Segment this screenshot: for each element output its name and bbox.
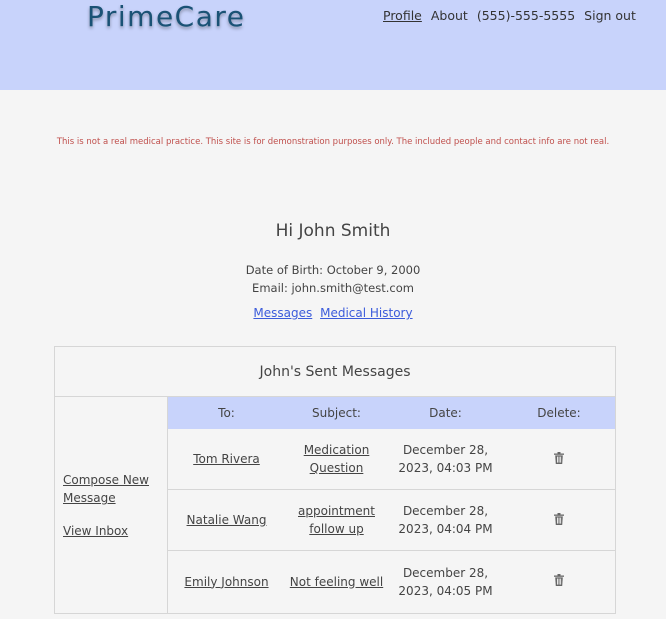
compose-message-link[interactable]: Compose New Message <box>63 471 163 507</box>
trash-icon[interactable] <box>554 512 564 525</box>
messages-link[interactable]: Messages <box>253 306 312 320</box>
table-row: Tom Rivera Medication Question December … <box>168 429 615 490</box>
trash-icon[interactable] <box>554 574 564 586</box>
medical-history-link[interactable]: Medical History <box>320 306 412 320</box>
date-of-birth: Date of Birth: October 9, 2000 <box>245 263 421 277</box>
messages-sidebar: Compose New Message View Inbox <box>55 397 168 614</box>
table-row: Natalie Wang appointment follow up Decem… <box>168 490 615 551</box>
recipient-link[interactable]: Tom Rivera <box>168 450 285 468</box>
subject-link[interactable]: Not feeling well <box>285 573 388 591</box>
recipient-link[interactable]: Natalie Wang <box>168 511 285 529</box>
message-date: December 28, 2023, 04:05 PM <box>398 565 493 598</box>
table-row: Emily Johnson Not feeling well December … <box>168 551 615 612</box>
table-header: To: Subject: Date: Delete: <box>168 397 615 429</box>
nav-phone-link[interactable]: (555)-555-5555 <box>477 8 575 23</box>
panel-title: John's Sent Messages <box>55 347 615 397</box>
recipient-link[interactable]: Emily Johnson <box>168 573 285 591</box>
disclaimer-text: This is not a real medical practice. Thi… <box>56 137 610 147</box>
subject-link[interactable]: Medication Question <box>285 441 388 477</box>
trash-icon[interactable] <box>554 451 564 464</box>
message-date: December 28, 2023, 04:04 PM <box>398 504 493 536</box>
column-header-delete: Delete: <box>537 406 581 420</box>
column-header-subject: Subject: <box>312 406 361 420</box>
nav-profile-link[interactable]: Profile <box>383 8 422 23</box>
top-nav: Profile About (555)-555-5555 Sign out <box>383 8 636 23</box>
subject-link[interactable]: appointment follow up <box>285 502 388 538</box>
email-text: Email: john.smith@test.com <box>252 281 414 295</box>
nav-signout-link[interactable]: Sign out <box>584 8 636 23</box>
sent-messages-panel: John's Sent Messages Compose New Message… <box>54 346 616 614</box>
page-title: Hi John Smith <box>275 221 391 241</box>
column-header-date: Date: <box>429 406 462 420</box>
site-header: PrimeCare Profile About (555)-555-5555 S… <box>0 0 666 90</box>
view-inbox-link[interactable]: View Inbox <box>63 524 128 538</box>
column-header-to: To: <box>218 406 235 420</box>
logo[interactable]: PrimeCare <box>87 0 246 36</box>
nav-about-link[interactable]: About <box>431 8 468 23</box>
message-date: December 28, 2023, 04:03 PM <box>398 443 493 475</box>
profile-links: Messages Medical History <box>0 306 666 320</box>
messages-table: To: Subject: Date: Delete: Tom Rivera Me… <box>168 397 615 612</box>
